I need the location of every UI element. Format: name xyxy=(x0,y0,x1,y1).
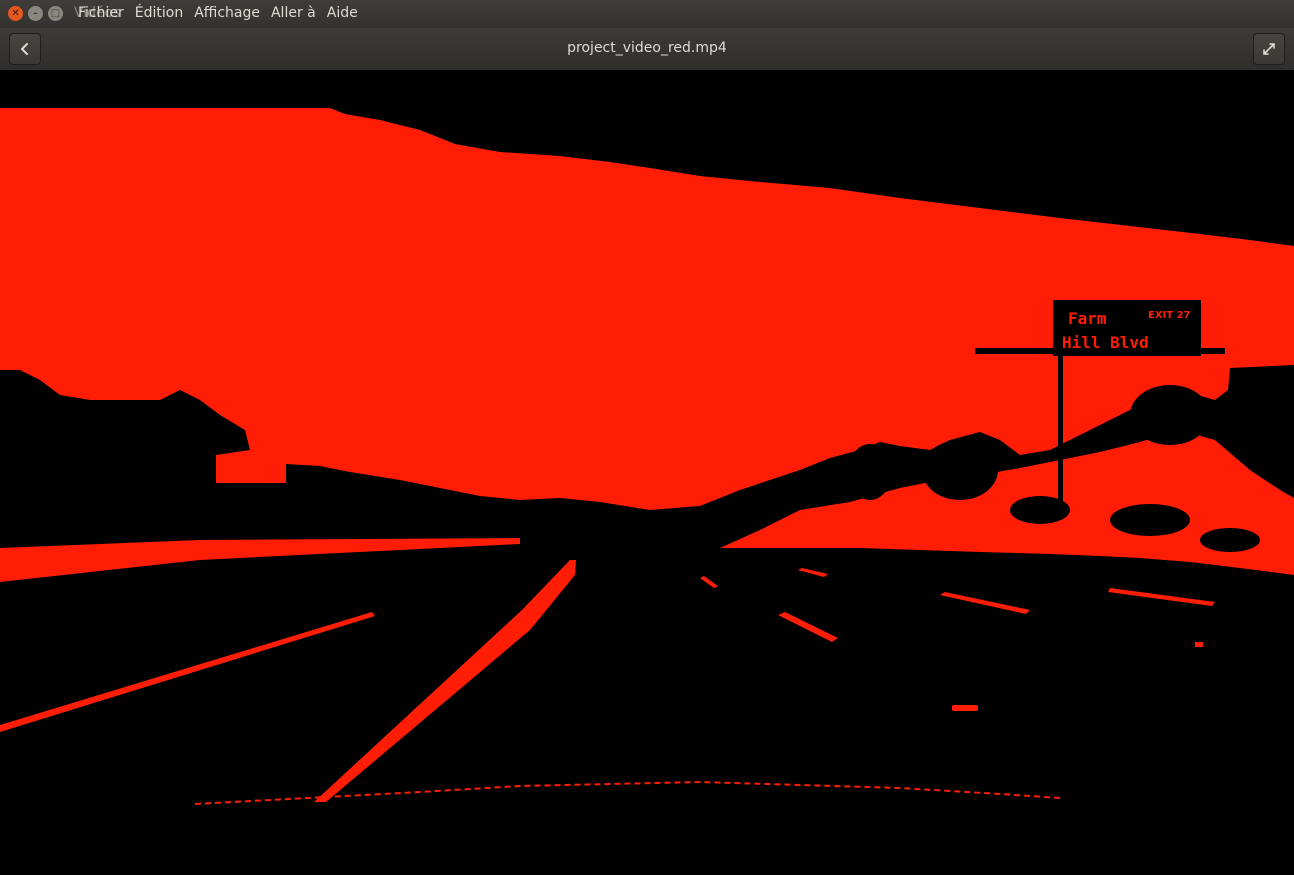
sign-exit: EXIT 27 xyxy=(1148,310,1191,321)
menu-fichier[interactable]: Fichier xyxy=(78,5,124,21)
sign-line1: Farm xyxy=(1068,309,1107,328)
menu-edition[interactable]: Édition xyxy=(135,5,183,21)
window-controls: ✕ – □ xyxy=(8,6,63,21)
menu-list: Fichier Édition Affichage Aller à Aide xyxy=(78,5,369,21)
minimize-icon: – xyxy=(33,7,38,19)
menu-aide[interactable]: Aide xyxy=(327,5,358,21)
menu-affichage[interactable]: Affichage xyxy=(194,5,260,21)
fullscreen-icon xyxy=(1263,43,1275,55)
fullscreen-button[interactable] xyxy=(1253,33,1285,65)
video-frame: Farm EXIT 27 Hill Blvd xyxy=(0,70,1294,875)
header-bar: project_video_red.mp4 xyxy=(0,28,1294,71)
maximize-icon: □ xyxy=(50,7,61,19)
minimize-window-button[interactable]: – xyxy=(28,6,43,21)
close-icon: ✕ xyxy=(11,7,20,19)
video-title: project_video_red.mp4 xyxy=(567,40,727,56)
sign-line2: Hill Blvd xyxy=(1062,333,1149,352)
menu-aller-a[interactable]: Aller à xyxy=(271,5,316,21)
maximize-window-button[interactable]: □ xyxy=(48,6,63,21)
close-window-button[interactable]: ✕ xyxy=(8,6,23,21)
menu-bar: ✕ – □ Vidéos Fichier Édition Affichage A… xyxy=(0,0,1294,28)
video-player[interactable]: Farm EXIT 27 Hill Blvd xyxy=(0,70,1294,875)
